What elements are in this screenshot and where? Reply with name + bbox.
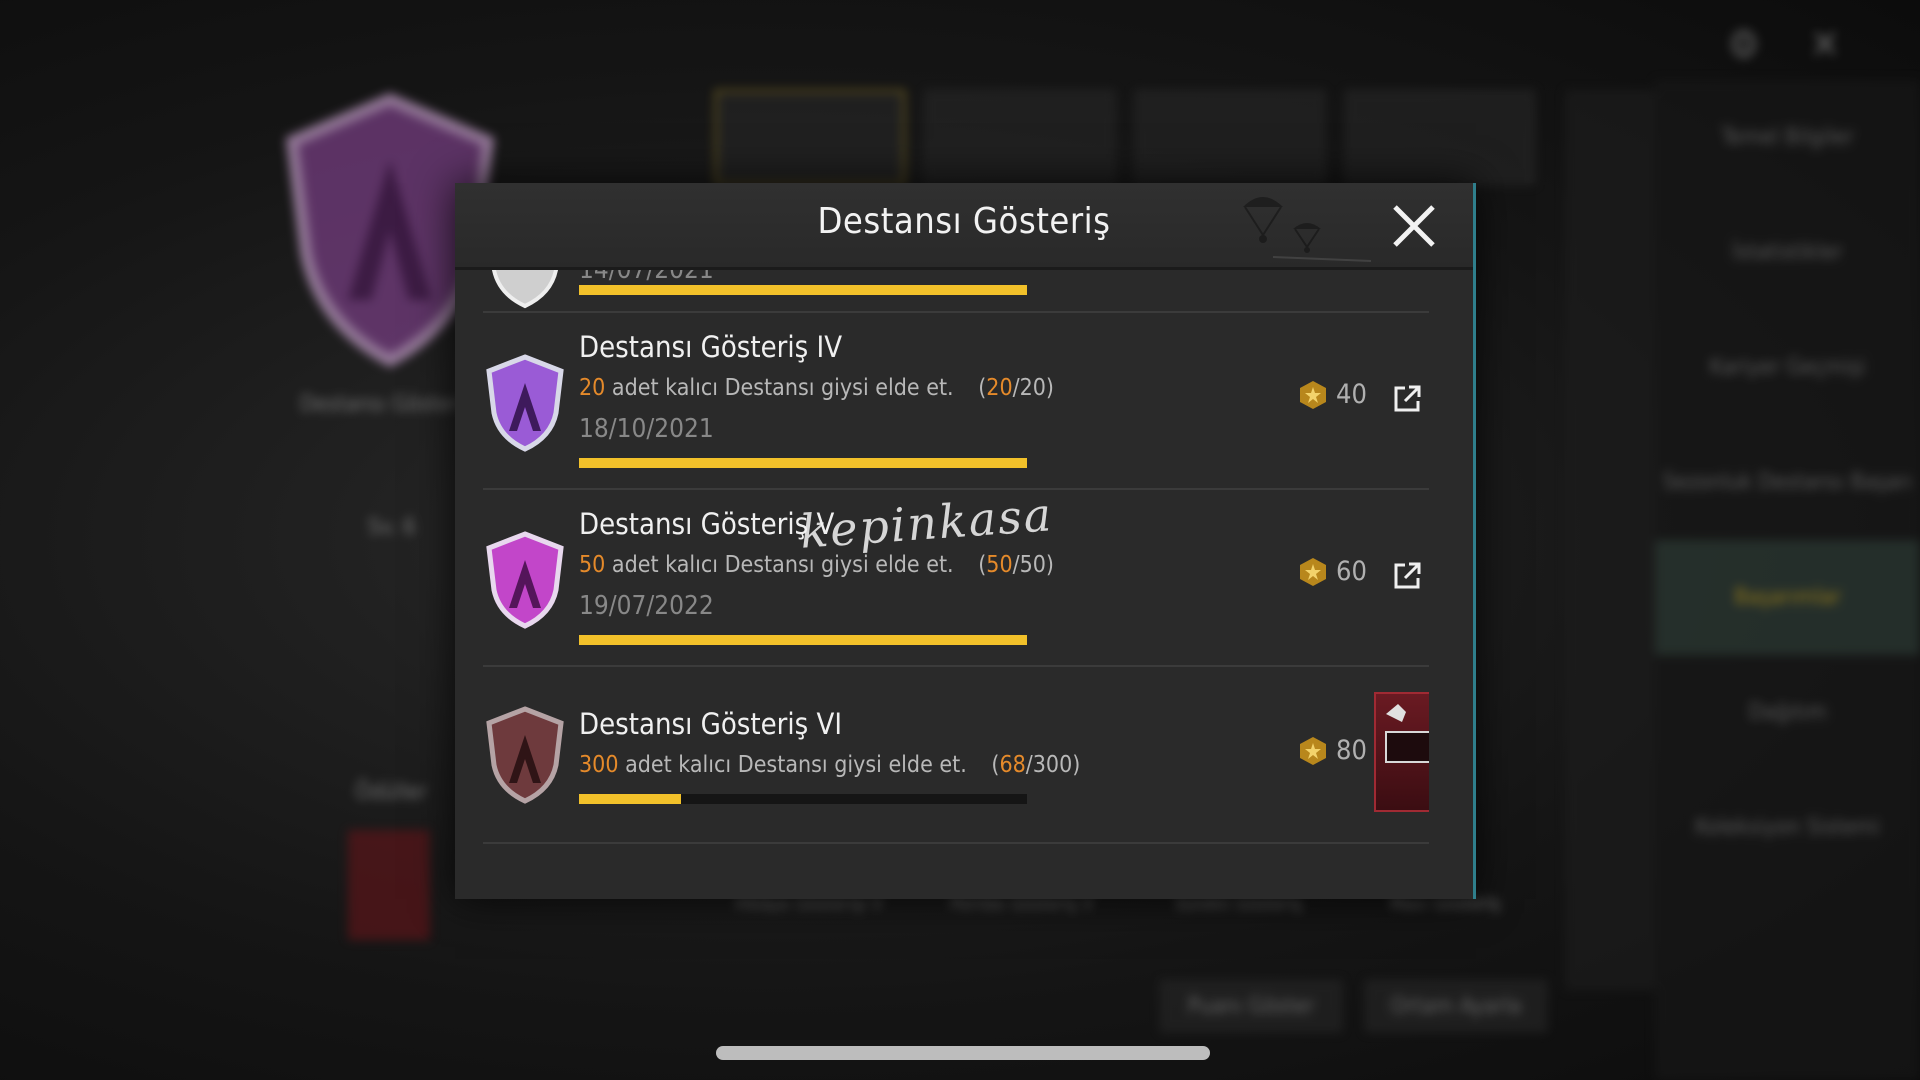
progress-total: /20) xyxy=(1012,375,1054,401)
progress-current: 68 xyxy=(999,752,1026,778)
badge-icon xyxy=(486,531,564,629)
list-item: Destansı Gösteriş IV 20 adet kalıcı Dest… xyxy=(483,313,1429,490)
progress-fill xyxy=(579,285,1027,295)
bg-tab xyxy=(715,90,905,185)
progress-bar xyxy=(579,285,1027,295)
home-indicator[interactable] xyxy=(716,1046,1210,1060)
progress-total: /300) xyxy=(1025,752,1081,778)
bg-tab xyxy=(925,90,1115,185)
achievement-point-icon xyxy=(1300,736,1326,765)
list-item: 14/07/2021 xyxy=(483,270,1429,313)
points: 60 xyxy=(1298,556,1367,587)
bg-panel-item: Koleksiyon Sistemi xyxy=(1695,815,1880,840)
progress-fill xyxy=(579,794,681,804)
bg-tab xyxy=(1345,90,1535,185)
required-count: 300 xyxy=(579,752,619,778)
bg-panel-item: Sezonluk Destansı Başarı xyxy=(1662,470,1913,495)
bg-player-name: Destansı Gösteriş xyxy=(300,392,474,417)
progress-bar xyxy=(579,458,1027,468)
description-text: adet kalıcı Destansı giysi elde et. xyxy=(605,552,954,578)
description-text: adet kalıcı Destansı giysi elde et. xyxy=(618,752,967,778)
points: 80 xyxy=(1298,735,1367,766)
bg-panel-item: Başarımlar xyxy=(1655,540,1920,655)
bg-panel-item: Kariyer Geçmişi xyxy=(1709,355,1866,380)
required-count: 20 xyxy=(579,375,606,401)
bg-bottom-button: Ortam Ayarla xyxy=(1365,980,1547,1032)
bg-tabs xyxy=(715,90,1535,185)
achievement-name: Destansı Gösteriş VI xyxy=(579,707,843,741)
bg-reward-card xyxy=(348,830,430,940)
outfit-reward-icon xyxy=(1385,704,1429,763)
close-icon[interactable] xyxy=(1391,203,1437,249)
achievement-date: 18/10/2021 xyxy=(579,414,714,444)
badge-icon xyxy=(491,270,559,309)
achievement-description: 20 adet kalıcı Destansı giysi elde et. (… xyxy=(579,375,1054,401)
achievement-name: Destansı Gösteriş V xyxy=(579,507,835,541)
achievement-name: Destansı Gösteriş IV xyxy=(579,330,843,364)
dialog-title: Destansı Gösteriş xyxy=(817,201,1111,242)
bg-panel-item: Dağıtım xyxy=(1748,700,1827,725)
points-value: 40 xyxy=(1336,379,1367,410)
achievement-date: 19/07/2022 xyxy=(579,591,714,621)
bg-top-icons: ⚙ ✕ xyxy=(1728,22,1840,68)
progress-total: /50) xyxy=(1012,552,1054,578)
achievement-point-icon xyxy=(1300,557,1326,586)
achievement-description: 300 adet kalıcı Destansı giysi elde et. … xyxy=(579,752,1080,778)
achievement-date: 14/07/2021 xyxy=(579,270,714,285)
share-icon[interactable] xyxy=(1391,383,1423,415)
points: 40 xyxy=(1298,379,1367,410)
achievement-point-icon xyxy=(1300,380,1326,409)
bg-right-panel: Temel Bilgiler İstatistikler Kariyer Geç… xyxy=(1655,80,1920,1080)
achievement-list[interactable]: 14/07/2021 Destansı Gösteriş IV 20 adet … xyxy=(483,270,1429,899)
points-value: 80 xyxy=(1336,735,1367,766)
settings-icon: ⚙ xyxy=(1727,22,1760,68)
close-icon: ✕ xyxy=(1809,22,1840,68)
progress-bar xyxy=(579,635,1027,645)
points-value: 60 xyxy=(1336,556,1367,587)
share-icon[interactable] xyxy=(1391,560,1423,592)
list-item: Destansı Gösteriş VI 300 adet kalıcı Des… xyxy=(483,667,1429,844)
description-text: adet kalıcı Destansı giysi elde et. xyxy=(605,375,954,401)
bg-panel-item: Temel Bilgiler xyxy=(1721,125,1854,150)
required-count: 50 xyxy=(579,552,606,578)
badge-icon xyxy=(486,706,564,804)
progress-bar xyxy=(579,794,1027,804)
bg-bottom-button: Puanı Göster xyxy=(1160,980,1342,1032)
reward-item[interactable]: 1 xyxy=(1374,692,1429,812)
progress-fill xyxy=(579,458,1027,468)
progress-current: 20 xyxy=(986,375,1013,401)
bg-level: Sv. 6 xyxy=(368,515,416,540)
dialog-header: Destansı Gösteriş xyxy=(455,183,1473,270)
bg-section-title: Ödüller xyxy=(355,780,428,805)
badge-icon xyxy=(486,354,564,452)
bg-panel-item: İstatistikler xyxy=(1732,240,1843,265)
bg-icon-bar xyxy=(1565,90,1655,990)
progress-fill xyxy=(579,635,1027,645)
bg-tab xyxy=(1135,90,1325,185)
progress-current: 50 xyxy=(986,552,1013,578)
